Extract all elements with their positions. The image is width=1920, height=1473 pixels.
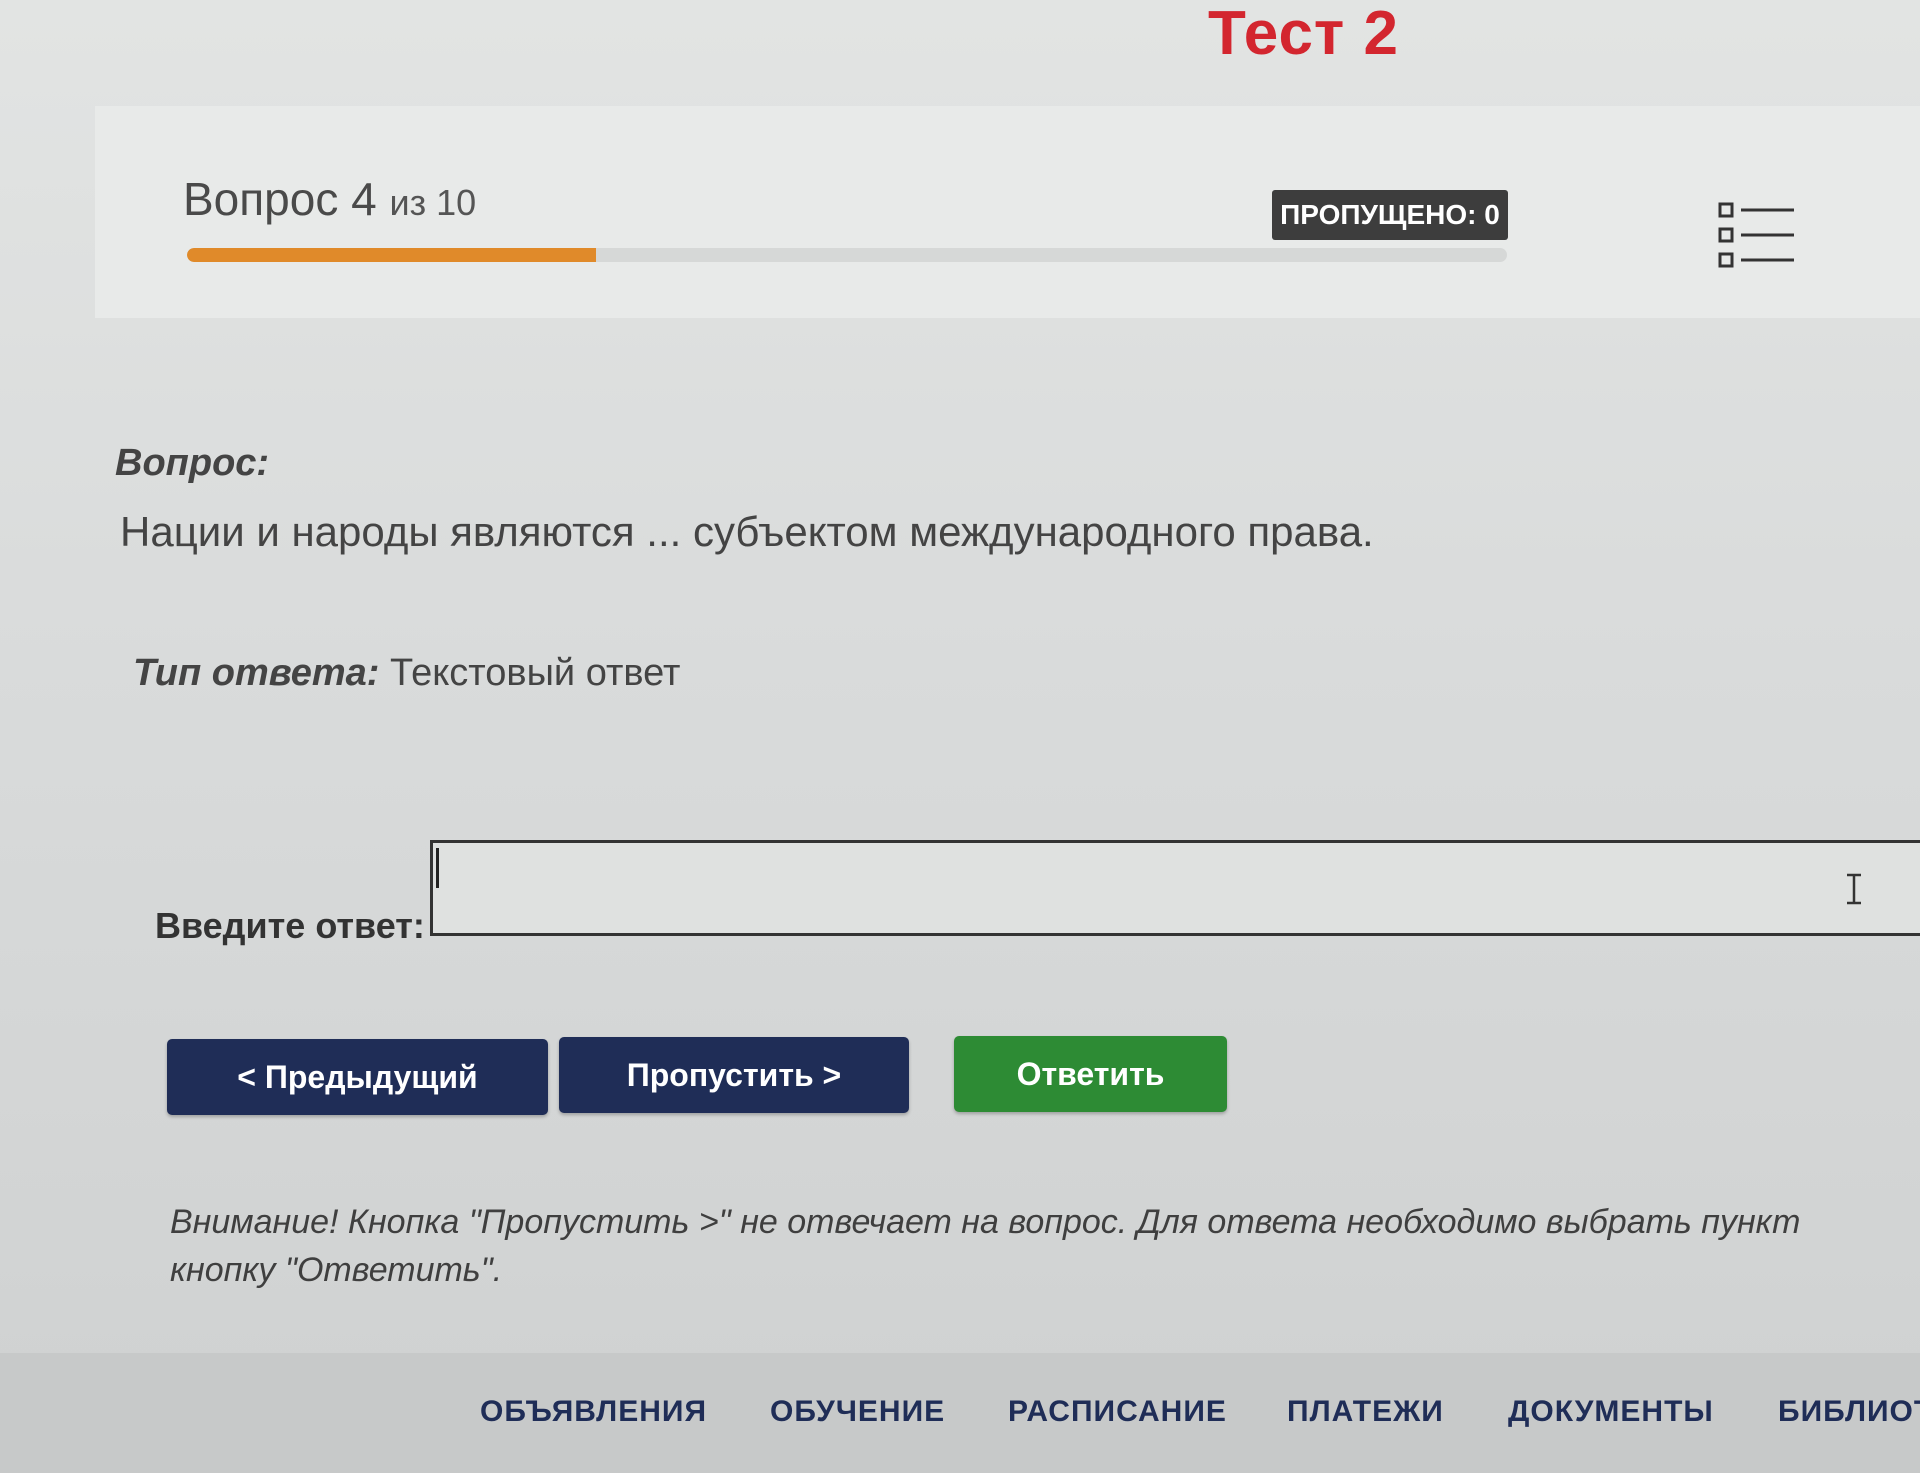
answer-type-label: Тип ответа:: [133, 652, 380, 694]
warning-line-2: кнопку "Ответить".: [170, 1251, 503, 1289]
answer-input-label: Введите ответ:: [155, 905, 425, 946]
skip-button[interactable]: Пропустить >: [559, 1037, 909, 1113]
question-label: Вопрос:: [115, 442, 270, 484]
footer-nav-documents[interactable]: ДОКУМЕНТЫ: [1508, 1395, 1714, 1429]
question-counter-current: Вопрос 4: [183, 173, 377, 225]
answer-button[interactable]: Ответить: [954, 1036, 1227, 1112]
question-counter: Вопрос 4 из 10: [183, 172, 476, 230]
footer-nav: ОБЪЯВЛЕНИЯ ОБУЧЕНИЕ РАСПИСАНИЕ ПЛАТЕЖИ Д…: [0, 1353, 1920, 1473]
footer-nav-payments[interactable]: ПЛАТЕЖИ: [1287, 1395, 1444, 1429]
page-title: Тест 2: [1208, 0, 1400, 68]
progress-bar: [187, 248, 1507, 262]
warning-line-1: Внимание! Кнопка "Пропустить >" не отвеч…: [170, 1203, 1801, 1241]
footer-nav-announcements[interactable]: ОБЪЯВЛЕНИЯ: [480, 1395, 707, 1429]
skipped-count-badge: ПРОПУЩЕНО: 0: [1272, 190, 1508, 240]
progress-bar-fill: [187, 248, 597, 262]
warning-note: Внимание! Кнопка "Пропустить >" не отвеч…: [170, 1198, 1920, 1294]
answer-input[interactable]: [430, 840, 1920, 936]
answer-type-value: Текстовый ответ: [390, 652, 681, 694]
footer-nav-education[interactable]: ОБУЧЕНИЕ: [770, 1395, 945, 1429]
text-cursor-icon: [1847, 873, 1861, 905]
text-caret: [436, 848, 439, 888]
footer-nav-schedule[interactable]: РАСПИСАНИЕ: [1008, 1395, 1227, 1429]
question-list-icon: [1718, 202, 1794, 268]
question-counter-total: из 10: [389, 182, 477, 223]
question-list-button[interactable]: [1715, 198, 1795, 276]
footer-nav-library[interactable]: БИБЛИОТ: [1778, 1395, 1920, 1429]
answer-type: Тип ответа: Текстовый ответ: [133, 650, 680, 696]
previous-button[interactable]: < Предыдущий: [167, 1039, 548, 1115]
question-text: Нации и народы являются ... субъектом ме…: [120, 508, 1374, 555]
